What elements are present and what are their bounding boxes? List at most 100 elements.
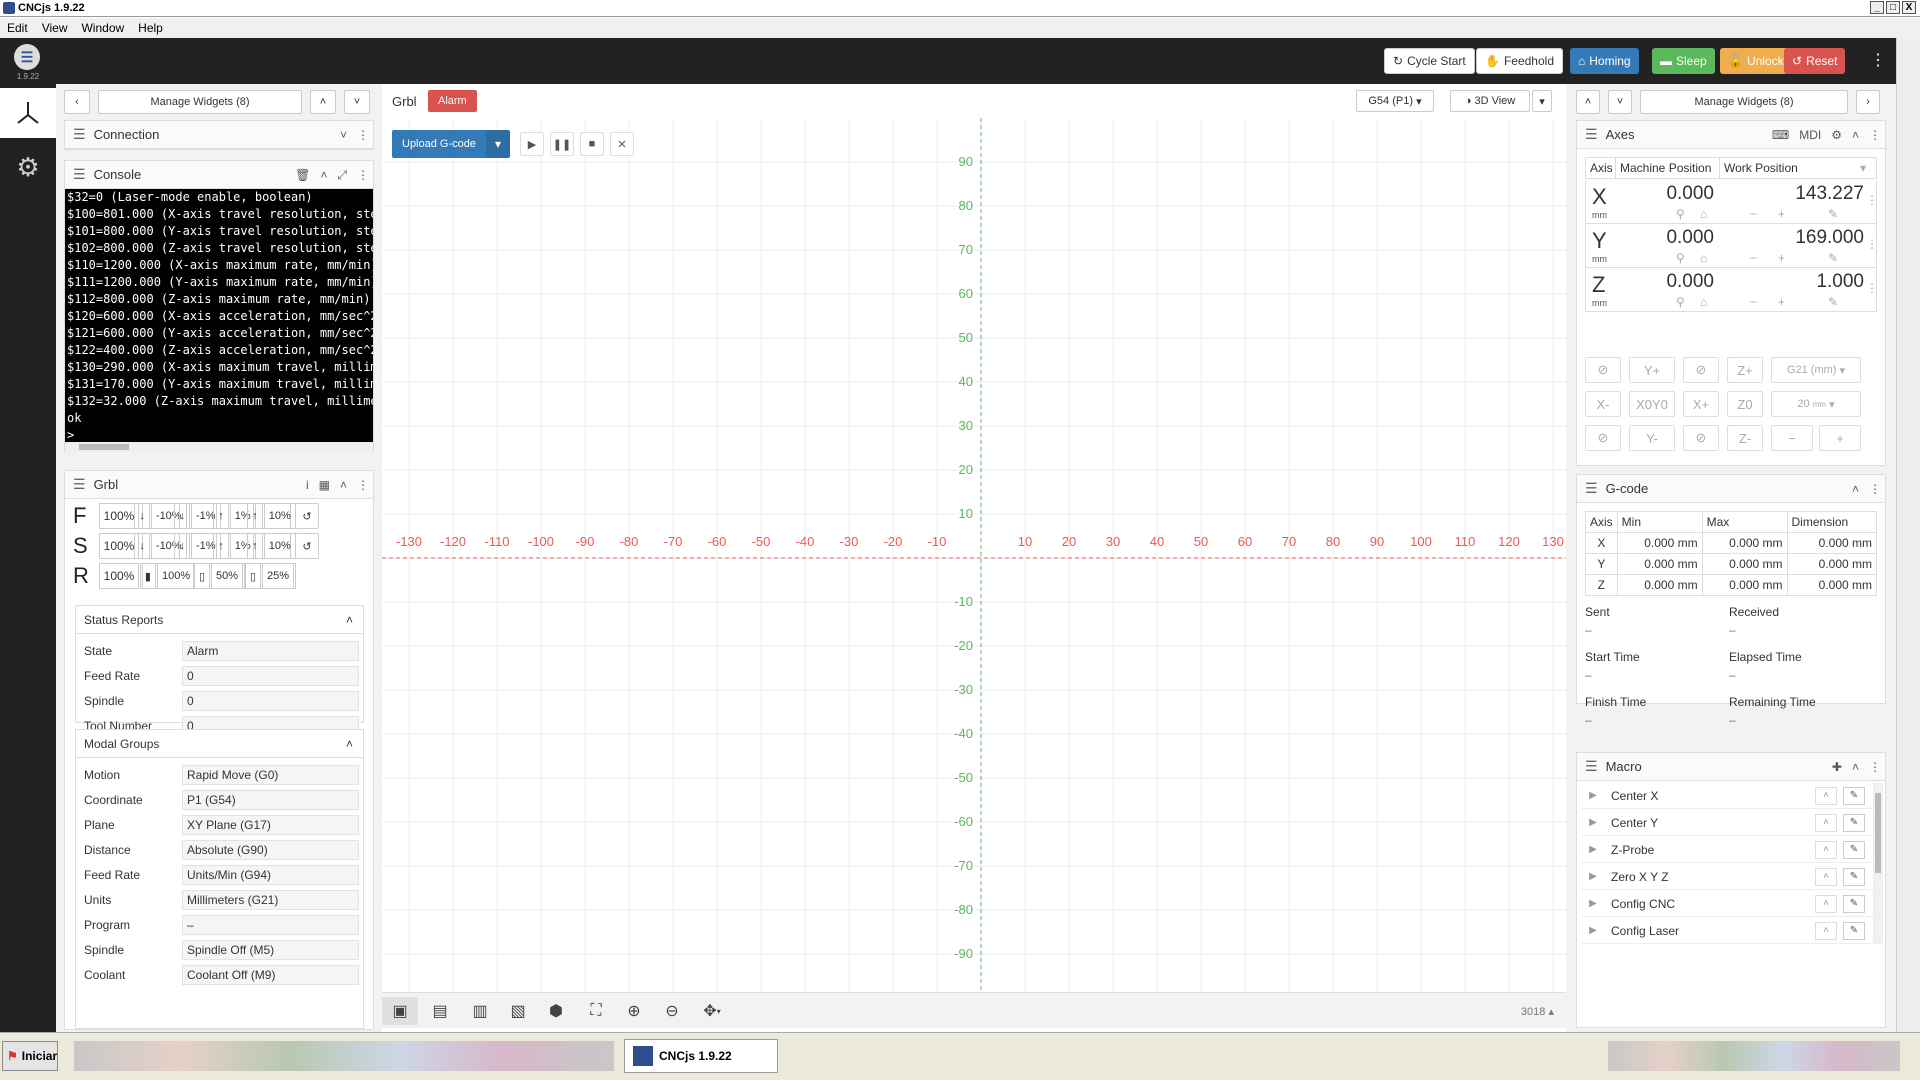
override-reset-button[interactable]: ↺ bbox=[295, 533, 319, 559]
view-options-dropdown[interactable]: ▾ bbox=[1532, 90, 1552, 112]
home-icon[interactable]: ⌂ bbox=[1700, 295, 1707, 309]
plus-icon[interactable]: + bbox=[1778, 295, 1785, 309]
manage-widgets-button[interactable]: Manage Widgets (8) bbox=[1640, 90, 1848, 114]
macro-name[interactable]: Config CNC bbox=[1611, 897, 1675, 911]
jog-yplus-button[interactable]: Y+ bbox=[1629, 357, 1675, 383]
edit-icon[interactable]: ✎ bbox=[1843, 813, 1865, 832]
step-dropdown[interactable]: 20 mm ▾ bbox=[1771, 391, 1861, 417]
chevron-up-icon[interactable]: ˄ bbox=[1815, 867, 1837, 886]
move-up-button[interactable]: ˄ bbox=[310, 90, 336, 114]
edit-icon[interactable]: ✎ bbox=[1843, 867, 1865, 886]
run-button[interactable]: ▶ bbox=[520, 132, 544, 156]
console-hscrollbar[interactable] bbox=[65, 442, 373, 452]
menu-help[interactable]: Help bbox=[131, 21, 170, 35]
start-button[interactable]: ⚑ Iniciar bbox=[2, 1041, 58, 1071]
edit-icon[interactable]: ✎ bbox=[1828, 295, 1838, 309]
pin-icon[interactable]: ⚲ bbox=[1676, 295, 1685, 309]
homing-button[interactable]: ⌂ Homing bbox=[1570, 48, 1639, 74]
axes-header[interactable]: ☰ Axes ⌨ MDI ⚙ ˄ ⋮ bbox=[1577, 121, 1885, 149]
move-down-button[interactable]: ˅ bbox=[344, 90, 370, 114]
goto-x0y0-button[interactable]: X0Y0 bbox=[1629, 391, 1675, 417]
chevron-up-icon[interactable]: ˄ bbox=[1815, 813, 1837, 832]
goto-z0-button[interactable]: Z0 bbox=[1727, 391, 1763, 417]
macro-name[interactable]: Z-Probe bbox=[1611, 843, 1654, 857]
menu-edit[interactable]: Edit bbox=[0, 21, 35, 35]
gcode-header[interactable]: ☰ G-code ˄ ⋮ bbox=[1577, 475, 1885, 503]
override-step-button[interactable]: ↑ 10% bbox=[247, 533, 296, 559]
more-menu-icon[interactable]: ⋮ bbox=[1870, 50, 1886, 70]
step-increase-button[interactable]: + bbox=[1819, 425, 1861, 451]
fit-view-button[interactable]: ⛶ bbox=[578, 997, 614, 1025]
minus-icon[interactable]: − bbox=[1750, 251, 1757, 265]
jog-zminus-button[interactable]: Z- bbox=[1727, 425, 1763, 451]
plus-icon[interactable]: + bbox=[1778, 251, 1785, 265]
page-scrollbar[interactable] bbox=[1896, 38, 1920, 1032]
chevron-up-icon[interactable]: ˄ bbox=[1852, 128, 1859, 142]
unlock-button[interactable]: 🔓 Unlock bbox=[1720, 48, 1792, 74]
macro-name[interactable]: Zero X Y Z bbox=[1611, 870, 1669, 884]
chevron-up-icon[interactable]: ˄ bbox=[340, 478, 347, 492]
play-icon[interactable]: ▶ bbox=[1581, 790, 1605, 801]
zoom-in-button[interactable]: ⊕ bbox=[616, 997, 652, 1025]
menu-window[interactable]: Window bbox=[74, 21, 131, 35]
caret-down-icon[interactable]: ▾ bbox=[1860, 158, 1876, 178]
menu-view[interactable]: View bbox=[35, 21, 75, 35]
gear-icon[interactable]: ⚙ bbox=[1831, 128, 1842, 142]
chevron-up-icon[interactable]: ˄ bbox=[1815, 921, 1837, 940]
minus-icon[interactable]: − bbox=[1750, 207, 1757, 221]
iso-view-button[interactable]: ⬢ bbox=[538, 997, 574, 1025]
top-view-button[interactable]: ▣ bbox=[382, 997, 418, 1025]
collapse-right-button[interactable]: › bbox=[1856, 90, 1880, 114]
override-step-button[interactable]: ▯ 50% bbox=[193, 563, 245, 589]
grid-icon[interactable]: ▦ bbox=[319, 478, 330, 492]
override-step-button[interactable]: ↓ -1% bbox=[174, 533, 221, 559]
edit-icon[interactable]: ✎ bbox=[1828, 207, 1838, 221]
feedhold-button[interactable]: ✋ Feedhold bbox=[1476, 48, 1563, 74]
kebab-icon[interactable]: ⋮ bbox=[1866, 193, 1878, 207]
kebab-icon[interactable]: ⋮ bbox=[1866, 237, 1878, 251]
kebab-icon[interactable]: ⋮ bbox=[357, 168, 369, 182]
chevron-down-icon[interactable]: ˅ bbox=[340, 128, 347, 142]
pin-icon[interactable]: ⚲ bbox=[1676, 207, 1685, 221]
upload-gcode-button[interactable]: Upload G-code bbox=[392, 130, 486, 158]
edit-icon[interactable]: ✎ bbox=[1828, 251, 1838, 265]
step-decrease-button[interactable]: − bbox=[1771, 425, 1813, 451]
move-down-button[interactable]: ˅ bbox=[1608, 90, 1632, 114]
override-step-button[interactable]: ↑ 10% bbox=[247, 503, 296, 529]
edit-icon[interactable]: ✎ bbox=[1843, 921, 1865, 940]
visualizer-canvas[interactable]: Upload G-code ▾ ▶ ❚❚ ■ ✕ -130 -120 -110 -10… bbox=[382, 118, 1566, 992]
keyboard-icon[interactable]: ⌨ bbox=[1772, 128, 1789, 142]
jog-xminus-yminus-button[interactable]: ⊘ bbox=[1585, 425, 1621, 451]
minus-icon[interactable]: − bbox=[1750, 295, 1757, 309]
jog-xplus-button[interactable]: X+ bbox=[1683, 391, 1719, 417]
plus-icon[interactable]: + bbox=[1778, 207, 1785, 221]
jog-xminus-yplus-button[interactable]: ⊘ bbox=[1585, 357, 1621, 383]
macro-header[interactable]: ☰ Macro ✚ ˄ ⋮ bbox=[1577, 753, 1885, 781]
kebab-icon[interactable]: ⋮ bbox=[1869, 128, 1881, 142]
move-up-button[interactable]: ˄ bbox=[1576, 90, 1600, 114]
chevron-up-icon[interactable]: ˄ bbox=[1815, 786, 1837, 805]
reset-button[interactable]: ↺ Reset bbox=[1784, 48, 1846, 74]
jog-xplus-yplus-button[interactable]: ⊘ bbox=[1683, 357, 1719, 383]
cncjs-logo[interactable]: ☰ bbox=[14, 44, 40, 70]
chevron-up-icon[interactable]: ˄ bbox=[346, 613, 353, 627]
pin-icon[interactable]: ⚲ bbox=[1676, 251, 1685, 265]
left-view-button[interactable]: ▥ bbox=[462, 997, 498, 1025]
kebab-icon[interactable]: ⋮ bbox=[1869, 482, 1881, 496]
chevron-up-icon[interactable]: ˄ bbox=[1815, 894, 1837, 913]
zoom-out-button[interactable]: ⊖ bbox=[654, 997, 690, 1025]
collapse-left-button[interactable]: ‹ bbox=[64, 90, 90, 114]
override-reset-button[interactable]: ↺ bbox=[295, 503, 319, 529]
kebab-icon[interactable]: ⋮ bbox=[1866, 281, 1878, 295]
console-header[interactable]: ☰ Console 🗑 ˄ ⤢ ⋮ bbox=[65, 161, 373, 189]
home-icon[interactable]: ⌂ bbox=[1700, 207, 1707, 221]
machine-profile[interactable]: 3018 ▴ bbox=[1521, 1005, 1554, 1018]
play-icon[interactable]: ▶ bbox=[1581, 925, 1605, 936]
wcs-dropdown[interactable]: G54 (P1) ▾ bbox=[1356, 90, 1434, 112]
cycle-start-button[interactable]: ↻ Cycle Start bbox=[1384, 48, 1475, 74]
play-icon[interactable]: ▶ bbox=[1581, 871, 1605, 882]
jog-yminus-button[interactable]: Y- bbox=[1629, 425, 1675, 451]
chevron-up-icon[interactable]: ˄ bbox=[320, 168, 327, 182]
modal-groups-header[interactable]: Modal Groups ˄ bbox=[76, 730, 363, 758]
console-output[interactable]: $32=0 (Laser-mode enable, boolean) $100=8… bbox=[65, 189, 373, 442]
